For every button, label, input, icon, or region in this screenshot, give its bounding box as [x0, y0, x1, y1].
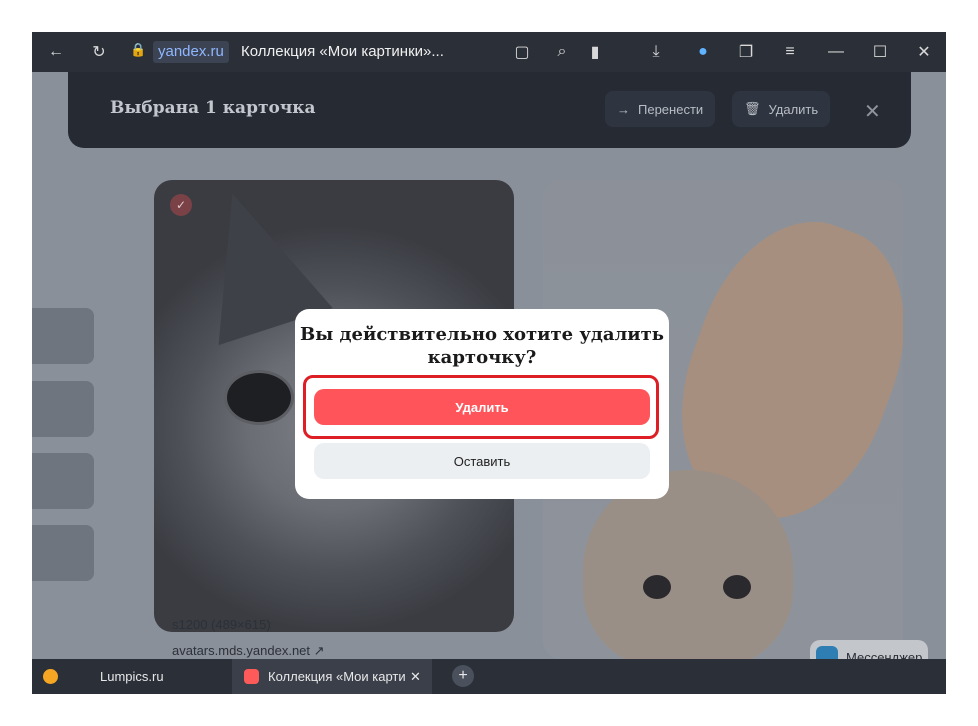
weather-icon[interactable]: ●: [691, 40, 715, 64]
messenger-icon: [816, 646, 838, 659]
cancel-keep-button[interactable]: Оставить: [314, 443, 650, 479]
tab-label: Коллекция «Мои карти: [268, 669, 406, 684]
tab-collection[interactable]: Коллекция «Мои карти ✕: [232, 659, 432, 694]
delete-confirm-dialog: Вы действительно хотите удалить карточку…: [295, 309, 669, 499]
collection-thumbnail[interactable]: [32, 308, 94, 364]
image-size-label: s1200 (489×615): [172, 617, 271, 632]
messenger-label: Мессенджер: [846, 649, 923, 660]
lumpics-favicon-icon: [43, 669, 58, 684]
kitten-eye: [723, 575, 751, 599]
reload-icon[interactable]: ↻: [87, 40, 111, 64]
browser-window: ← ↻ 🔒 yandex.ru Коллекция «Мои картинки»…: [32, 32, 946, 694]
move-button-label: Перенести: [638, 101, 704, 117]
tab-lumpics[interactable]: Lumpics.ru: [32, 659, 232, 694]
address-bar: ← ↻ 🔒 yandex.ru Коллекция «Мои картинки»…: [32, 32, 946, 72]
arrow-right-icon: →: [617, 101, 630, 117]
collections-favicon-icon: [244, 669, 259, 684]
address-page-title[interactable]: Коллекция «Мои картинки»...: [241, 43, 444, 60]
image-source-link[interactable]: avatars.mds.yandex.net ↗: [172, 643, 325, 659]
collections-icon[interactable]: ❐: [734, 40, 758, 64]
new-tab-button[interactable]: +: [452, 665, 474, 687]
cat-eye: [224, 370, 294, 425]
tab-bar: Lumpics.ru Коллекция «Мои карти ✕ +: [32, 659, 946, 694]
left-sidebar: [32, 148, 142, 659]
bookmark-icon[interactable]: ▮: [583, 40, 607, 64]
tab-label: Lumpics.ru: [100, 669, 164, 684]
dialog-question: Вы действительно хотите удалить карточку…: [300, 324, 664, 368]
address-domain[interactable]: yandex.ru: [153, 41, 229, 63]
move-button[interactable]: → Перенести: [605, 91, 716, 127]
menu-icon[interactable]: ≡: [778, 40, 802, 64]
tab-view-icon[interactable]: ▢: [510, 40, 534, 64]
collection-thumbnail[interactable]: [32, 525, 94, 581]
close-tab-icon[interactable]: ✕: [410, 669, 421, 685]
delete-selected-button[interactable]: 🗑 Удалить: [732, 91, 831, 127]
selection-count-title: Выбрана 1 карточка: [110, 98, 316, 118]
maximize-icon[interactable]: ☐: [868, 40, 892, 64]
messenger-button[interactable]: Мессенджер: [810, 640, 928, 659]
selected-check-icon[interactable]: ✓: [170, 194, 192, 216]
collection-thumbnail[interactable]: [32, 453, 94, 509]
search-icon[interactable]: ⌕: [550, 40, 574, 64]
back-icon[interactable]: ←: [44, 40, 68, 64]
close-window-icon[interactable]: ✕: [912, 40, 936, 64]
selection-bar: Выбрана 1 карточка → Перенести 🗑 Удалить…: [68, 72, 911, 148]
collection-thumbnail[interactable]: [32, 381, 94, 437]
minimize-icon[interactable]: —: [824, 40, 848, 64]
confirm-delete-button[interactable]: Удалить: [314, 389, 650, 425]
lock-icon[interactable]: 🔒: [130, 42, 146, 58]
trash-icon: 🗑: [744, 101, 761, 116]
kitten-eye: [643, 575, 671, 599]
close-icon[interactable]: ✕: [864, 99, 881, 124]
download-icon[interactable]: ⤓: [644, 40, 668, 64]
delete-selected-label: Удалить: [768, 101, 819, 117]
page-content: ✓ Выбрана 1 карточка → Перенести 🗑 Удали…: [32, 72, 946, 659]
